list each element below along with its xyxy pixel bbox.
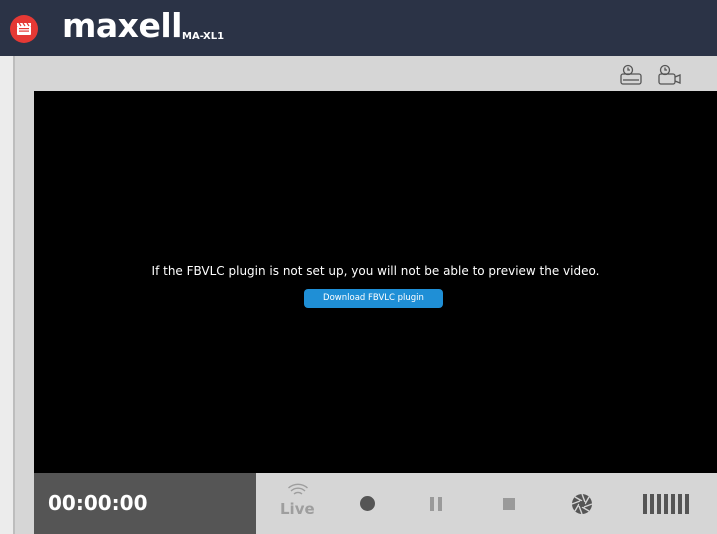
clapperboard-icon[interactable] — [10, 15, 38, 43]
plugin-message: If the FBVLC plugin is not set up, you w… — [151, 264, 600, 278]
snapshot-button[interactable] — [565, 473, 599, 534]
live-label: Live — [280, 500, 315, 518]
live-icon — [288, 483, 308, 495]
signal-bars-icon — [643, 493, 689, 514]
model-name: MA-XL1 — [182, 31, 225, 42]
stop-button[interactable] — [494, 473, 524, 534]
recording-timer: 00:00:00 — [34, 473, 256, 534]
video-preview[interactable]: If the FBVLC plugin is not set up, you w… — [34, 91, 717, 473]
camera-settings-icon[interactable] — [657, 63, 681, 87]
brand-logo: maxell — [62, 6, 182, 45]
stop-icon — [503, 497, 515, 510]
video-toolbar — [34, 58, 717, 91]
gutter-divider — [13, 56, 15, 534]
pause-button[interactable] — [421, 473, 451, 534]
live-button[interactable]: Live — [274, 473, 324, 534]
record-icon — [359, 496, 375, 511]
left-gutter — [0, 56, 13, 534]
storage-icon[interactable] — [619, 63, 643, 87]
top-header: maxell MA-XL1 — [0, 0, 717, 56]
playback-controls: 00:00:00 Live — [34, 473, 717, 534]
pause-icon — [430, 496, 442, 511]
signal-bars-button[interactable] — [634, 473, 698, 534]
record-button[interactable] — [352, 473, 382, 534]
download-plugin-button[interactable]: Download FBVLC plugin — [304, 289, 443, 308]
snapshot-icon — [571, 493, 593, 514]
